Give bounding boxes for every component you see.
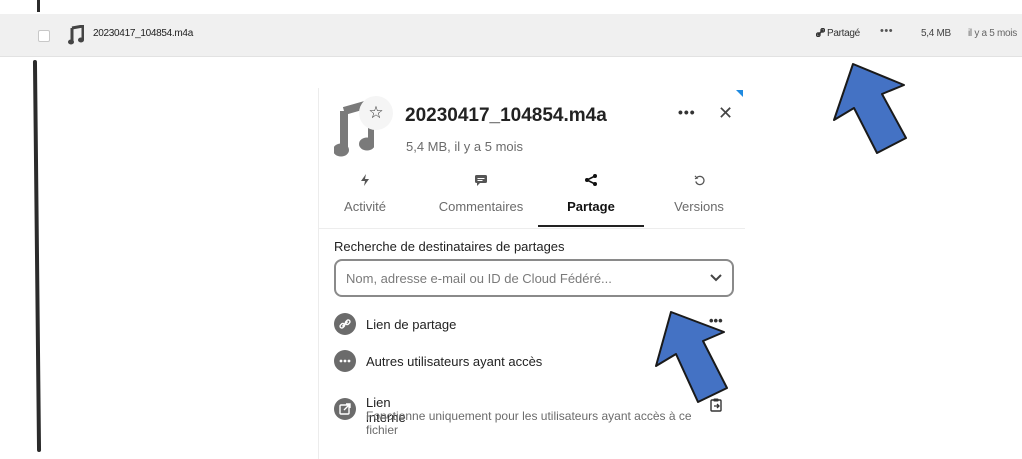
external-link-icon (334, 398, 356, 420)
close-icon[interactable]: ✕ (718, 103, 733, 124)
history-icon (664, 172, 734, 192)
share-search-input[interactable] (346, 261, 696, 295)
file-name[interactable]: 20230417_104854.m4a (93, 28, 193, 39)
file-size: 5,4 MB (921, 28, 951, 39)
share-search-label: Recherche de destinataires de partages (334, 239, 565, 254)
tab-versions[interactable]: Versions (664, 172, 734, 214)
other-users-label: Autres utilisateurs ayant accès (366, 354, 543, 369)
share-status-label: Partagé (827, 28, 860, 39)
link-icon (815, 27, 826, 38)
share-link-label: Lien de partage (366, 317, 457, 332)
corner-marker (736, 90, 743, 97)
dots-icon (334, 350, 356, 372)
sidebar-tabs: Activité Commentaires Partage Versions (319, 172, 745, 232)
internal-link-description: Fonctionne uniquement pour les utilisate… (366, 409, 692, 437)
share-icon (538, 172, 644, 192)
chevron-down-icon[interactable] (709, 269, 723, 290)
file-row[interactable]: 20230417_104854.m4a Partagé ••• 5,4 MB i… (0, 14, 1022, 57)
sidebar-file-title: 20230417_104854.m4a (405, 105, 607, 126)
tab-partage[interactable]: Partage (538, 172, 644, 214)
tab-label: Partage (567, 199, 615, 214)
link-icon (334, 313, 356, 335)
sidebar-more-button[interactable]: ••• (678, 104, 696, 120)
tab-commentaires[interactable]: Commentaires (429, 172, 533, 214)
active-tab-indicator (538, 225, 644, 227)
share-search-field[interactable] (334, 259, 734, 297)
tab-label: Versions (674, 199, 724, 214)
annotation-arrow-share (833, 63, 907, 154)
audio-file-icon (68, 24, 85, 50)
annotation-line (32, 59, 42, 453)
row-more-button[interactable]: ••• (880, 25, 893, 37)
share-status-button[interactable]: Partagé (815, 27, 860, 39)
annotation-tick (37, 0, 40, 12)
activity-icon (335, 172, 395, 192)
tab-activite[interactable]: Activité (335, 172, 395, 214)
file-modified: il y a 5 mois (968, 28, 1017, 39)
tab-label: Commentaires (438, 199, 524, 214)
favorite-star-icon[interactable]: ☆ (359, 96, 393, 130)
annotation-arrow-link (655, 311, 728, 403)
sidebar-file-subtitle: 5,4 MB, il y a 5 mois (406, 139, 524, 154)
comment-icon (429, 172, 533, 192)
row-checkbox[interactable] (38, 30, 50, 42)
tabs-divider (319, 228, 745, 229)
tab-label: Activité (344, 199, 386, 214)
